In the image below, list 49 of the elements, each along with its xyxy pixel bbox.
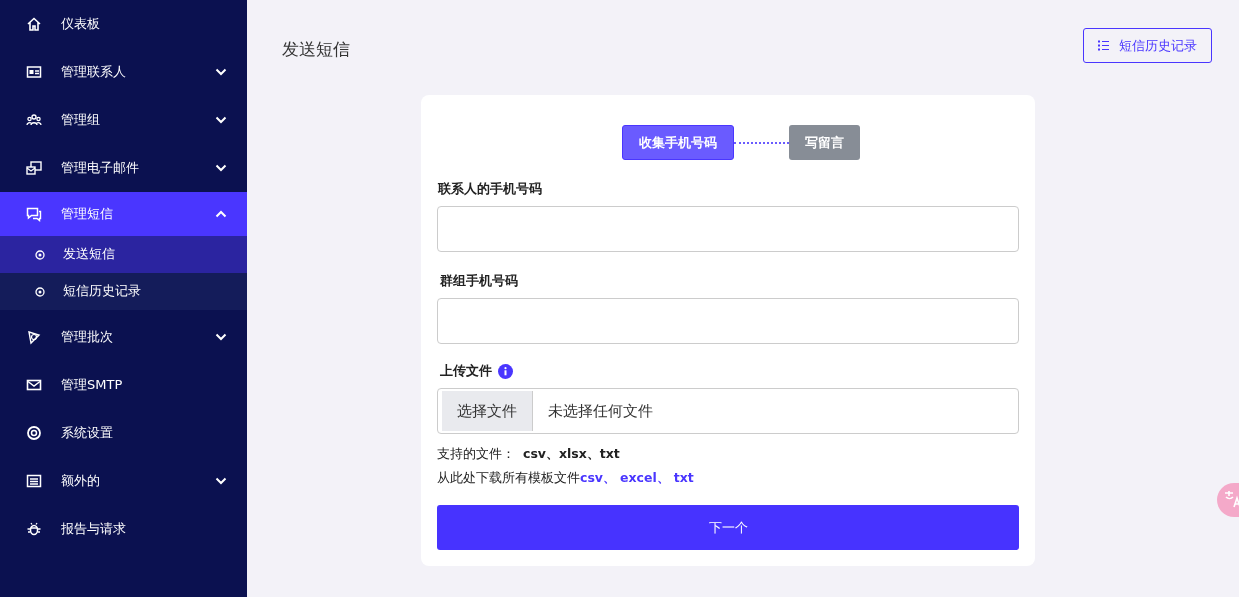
sidebar-item[interactable]: 管理批次 — [0, 313, 247, 361]
home-icon — [26, 16, 42, 32]
list-icon — [1098, 40, 1109, 51]
sidebar-item[interactable]: 管理组 — [0, 96, 247, 144]
field-label: 群组手机号码 — [440, 272, 519, 290]
history-button[interactable]: 短信历史记录 — [1083, 28, 1212, 63]
sidebar-item[interactable]: 额外的 — [0, 457, 247, 505]
file-status: 未选择任何文件 — [548, 401, 653, 421]
phone-input-field[interactable] — [437, 206, 1019, 252]
submenu-item[interactable]: 发送短信 — [0, 236, 247, 273]
ring-icon — [26, 425, 42, 441]
phone-input-field[interactable] — [437, 298, 1019, 344]
page-title: 发送短信 — [282, 38, 350, 61]
sidebar-item[interactable]: 仪表板 — [0, 0, 247, 48]
info-icon — [498, 363, 513, 379]
template-link[interactable]: txt — [673, 470, 694, 485]
chevron-icon — [215, 164, 227, 172]
download-text: 从此处下载所有模板文件 — [437, 470, 580, 485]
template-link[interactable]: excel、 — [620, 470, 670, 485]
triangle-icon — [26, 329, 42, 345]
chat-bubbles-icon — [26, 206, 42, 222]
envelope-icon — [26, 377, 42, 393]
sidebar-item[interactable]: 管理SMTP — [0, 361, 247, 409]
chevron-icon — [215, 210, 227, 218]
template-link[interactable]: csv、 — [580, 470, 616, 485]
bug-icon — [26, 521, 42, 537]
submenu-item[interactable]: 短信历史记录 — [0, 273, 247, 310]
choose-file-button[interactable]: 选择文件 — [442, 391, 533, 431]
supported-files-text: 支持的文件： csv、xlsx、txt — [437, 446, 621, 463]
sidebar-item[interactable]: 管理联系人 — [0, 48, 247, 96]
file-input-field[interactable]: 选择文件 未选择任何文件 — [437, 388, 1019, 434]
id-card-icon — [26, 64, 42, 80]
next-button[interactable]: 下一个 — [437, 505, 1019, 550]
list-icon — [26, 473, 42, 489]
chevron-icon — [215, 116, 227, 124]
chevron-icon — [215, 68, 227, 76]
chevron-icon — [215, 333, 227, 341]
people-icon — [26, 112, 42, 128]
envelope-stack-icon — [26, 160, 42, 176]
sidebar-item[interactable]: 报告与请求 — [0, 505, 247, 553]
field-label: 联系人的手机号码 — [438, 180, 543, 198]
circle-dot-icon — [35, 249, 45, 260]
step-tab[interactable]: 收集手机号码 — [622, 125, 734, 160]
circle-dot-icon — [35, 286, 45, 297]
sidebar-item[interactable]: 系统设置 — [0, 409, 247, 457]
sidebar-item[interactable]: 管理短信 — [0, 192, 247, 236]
chevron-icon — [215, 477, 227, 485]
sidebar-item[interactable]: 管理电子邮件 — [0, 144, 247, 192]
field-label: 上传文件 — [440, 362, 492, 380]
